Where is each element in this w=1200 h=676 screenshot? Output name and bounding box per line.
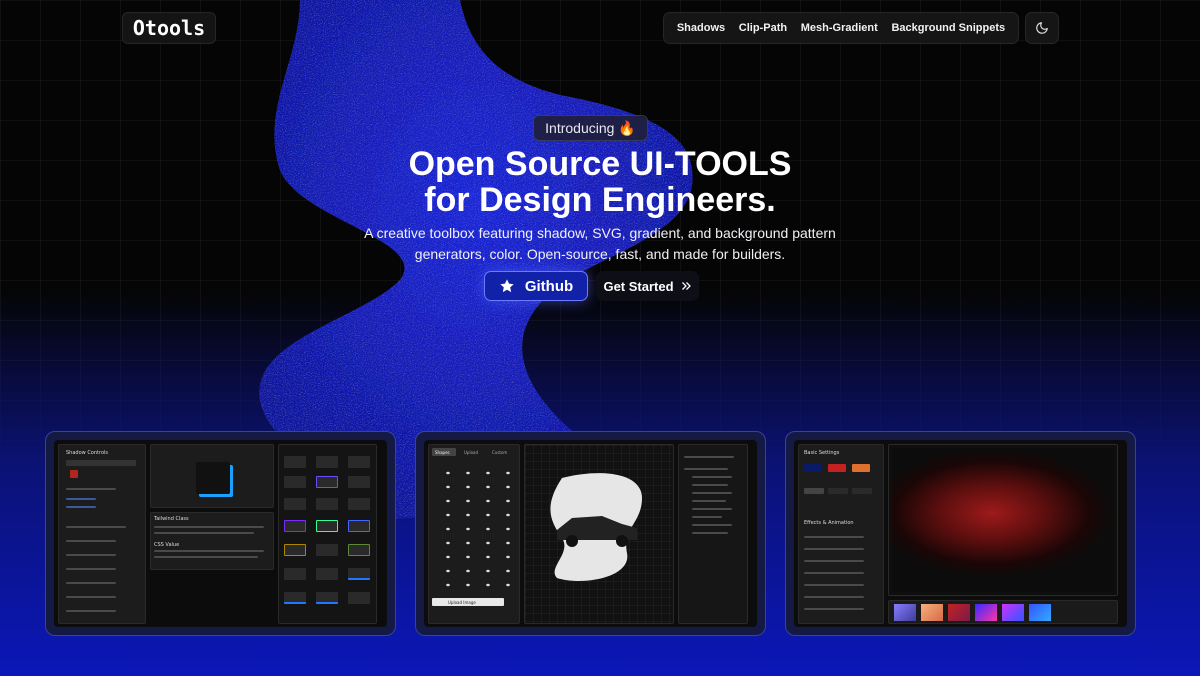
get-started-button[interactable]: Get Started xyxy=(596,271,699,301)
effects-animation-title: Effects & Animation xyxy=(804,520,854,526)
upload-image-button: Upload Image xyxy=(448,600,476,605)
shadow-controls-title: Shadow Controls xyxy=(66,450,108,456)
double-chevron-right-icon xyxy=(681,282,691,290)
shadow-preview-box xyxy=(196,462,230,494)
theme-toggle-button[interactable] xyxy=(1025,12,1059,44)
css-value-title: CSS Value xyxy=(154,542,180,548)
hero-description-line1: A creative toolbox featuring shadow, SVG… xyxy=(364,225,836,241)
mesh-gradient-preview xyxy=(892,448,1114,592)
clip-tab-shapes: Shapes xyxy=(435,450,450,455)
github-button-label: Github xyxy=(524,277,574,295)
preview-card-clip-path[interactable]: Shapes Upload Custom Upload Image xyxy=(415,431,766,636)
basic-settings-title: Basic Settings xyxy=(804,450,840,456)
hero-title-line1: Open Source UI-TOOLS xyxy=(408,145,792,183)
hero-description-line2: generators, color. Open-source, fast, an… xyxy=(414,246,786,262)
star-icon xyxy=(500,279,514,293)
mesh-gradient-tool-screenshot: Basic Settings Effects & Animation xyxy=(794,440,1127,627)
main-nav: Shadows Clip-Path Mesh-Gradient Backgrou… xyxy=(663,12,1019,44)
fire-icon: 🔥 xyxy=(618,119,636,136)
clip-tab-custom: Custom xyxy=(492,450,508,455)
hero-title-line2: for Design Engineers. xyxy=(424,181,776,219)
nav-shadows[interactable]: Shadows xyxy=(677,22,725,34)
preview-card-mesh-gradient[interactable]: Basic Settings Effects & Animation xyxy=(785,431,1136,636)
logo[interactable]: Otools xyxy=(122,12,216,44)
nav-background-snippets[interactable]: Background Snippets xyxy=(891,22,1005,34)
introducing-badge: Introducing 🔥 xyxy=(533,115,648,141)
github-button[interactable]: Github xyxy=(484,271,588,301)
get-started-label: Get Started xyxy=(603,278,674,294)
shadow-tool-screenshot: Shadow Controls Tailwind Class CSS Value xyxy=(54,440,387,627)
tailwind-class-title: Tailwind Class xyxy=(154,516,189,522)
nav-clip-path[interactable]: Clip-Path xyxy=(739,22,787,34)
badge-text: Introducing xyxy=(545,120,615,136)
shape-icon-grid xyxy=(434,462,510,592)
clipped-car-image xyxy=(550,473,642,581)
clip-tab-upload: Upload xyxy=(464,450,479,455)
moon-icon xyxy=(1036,22,1048,34)
clip-path-tool-screenshot: Shapes Upload Custom Upload Image xyxy=(424,440,757,627)
nav-mesh-gradient[interactable]: Mesh-Gradient xyxy=(801,22,878,34)
preview-card-shadow[interactable]: Shadow Controls Tailwind Class CSS Value xyxy=(45,431,396,636)
